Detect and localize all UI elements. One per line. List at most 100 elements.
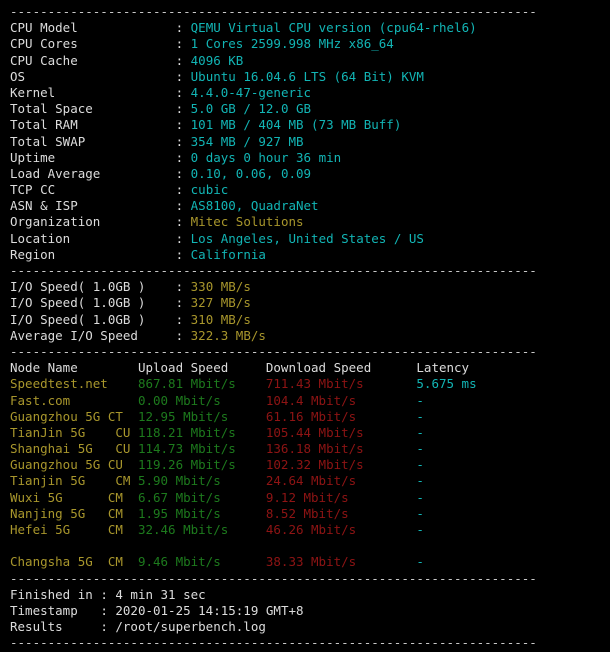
sysinfo-label: Organization: [10, 214, 176, 230]
io-speed-value: 310 MB/s: [190, 311, 251, 327]
sysinfo-row: TCP CC : cubic: [0, 182, 610, 198]
sysinfo-colon: :: [175, 133, 191, 149]
sysinfo-value: 1 Cores 2599.998 MHz x86_64: [190, 36, 394, 52]
footer-value: 2020-01-25 14:15:19 GMT+8: [115, 602, 304, 618]
sysinfo-label: Total SWAP: [10, 133, 176, 149]
speedtest-cell-latency: 5.675 ms: [416, 376, 507, 392]
speedtest-cell-latency: -: [416, 408, 507, 424]
speedtest-column-header: Upload Speed: [137, 360, 266, 376]
sysinfo-colon: :: [175, 36, 191, 52]
sysinfo-colon: :: [175, 20, 191, 36]
sysinfo-value: 0 days 0 hour 36 min: [190, 149, 342, 165]
speedtest-table: Node Name Upload Speed Download Speed La…: [0, 360, 610, 570]
speedtest-cell-upload: 9.46 Mbit/s: [137, 554, 266, 570]
sysinfo-row: ASN & ISP : AS8100, QuadraNet: [0, 198, 610, 214]
speedtest-cell-download: 102.32 Mbit/s: [265, 457, 417, 473]
speedtest-cell-upload: 119.26 Mbit/s: [137, 457, 266, 473]
speedtest-cell-node: Speedtest.net: [10, 376, 138, 392]
sysinfo-row: CPU Model : QEMU Virtual CPU version (cp…: [0, 20, 610, 36]
footer-colon: :: [100, 586, 116, 602]
sysinfo-value: California: [190, 246, 266, 262]
io-speed-label: I/O Speed( 1.0GB ): [10, 295, 176, 311]
speedtest-cell-node: Shanghai 5G CU: [10, 441, 138, 457]
separator-bottom: ----------------------------------------…: [10, 635, 537, 651]
sysinfo-row: Location : Los Angeles, United States / …: [0, 231, 610, 247]
speedtest-cell-node: Tianjin 5G CM: [10, 473, 138, 489]
footer-colon: :: [100, 619, 116, 635]
speedtest-cell-latency: -: [416, 457, 507, 473]
speedtest-column-header: Latency: [416, 360, 507, 376]
speedtest-cell-upload: 1.95 Mbit/s: [137, 505, 266, 521]
io-speed-row: I/O Speed( 1.0GB ) : 327 MB/s: [0, 295, 610, 311]
separator-top: ----------------------------------------…: [10, 4, 537, 19]
speedtest-column-header: Node Name: [10, 360, 138, 376]
speedtest-cell-latency: -: [416, 489, 507, 505]
speedtest-cell-download: 8.52 Mbit/s: [265, 505, 417, 521]
speedtest-cell-upload: 114.73 Mbit/s: [137, 441, 266, 457]
sysinfo-value: Mitec Solutions: [190, 214, 304, 230]
sysinfo-label: TCP CC: [10, 182, 176, 198]
speedtest-row: Guangzhou 5G CT 12.95 Mbit/s 61.16 Mbit/…: [0, 409, 610, 425]
sysinfo-row: Kernel : 4.4.0-47-generic: [0, 85, 610, 101]
sysinfo-colon: :: [175, 198, 191, 214]
io-speed-colon: :: [175, 279, 191, 295]
speedtest-cell-latency: -: [416, 424, 507, 440]
sysinfo-row: Uptime : 0 days 0 hour 36 min: [0, 150, 610, 166]
speedtest-cell-upload: 0.00 Mbit/s: [137, 392, 266, 408]
sysinfo-row: Total Space : 5.0 GB / 12.0 GB: [0, 101, 610, 117]
speedtest-cell-download: 104.4 Mbit/s: [265, 392, 417, 408]
speedtest-cell-download: 24.64 Mbit/s: [265, 473, 417, 489]
speedtest-cell-download: 9.12 Mbit/s: [265, 489, 417, 505]
speedtest-cell-node: Guangzhou 5G CT: [10, 408, 138, 424]
io-speed-row: I/O Speed( 1.0GB ) : 310 MB/s: [0, 312, 610, 328]
sysinfo-row: CPU Cache : 4096 KB: [0, 53, 610, 69]
speedtest-row: Changsha 5G CM 9.46 Mbit/s 38.33 Mbit/s …: [0, 554, 610, 570]
footer-block: Finished in : 4 min 31 sec Timestamp : 20…: [0, 587, 610, 636]
sysinfo-label: Total Space: [10, 101, 176, 117]
speedtest-row: Wuxi 5G CM 6.67 Mbit/s 9.12 Mbit/s -: [0, 490, 610, 506]
io-speed-block: I/O Speed( 1.0GB ) : 330 MB/s I/O Speed( …: [0, 279, 610, 344]
separator-after-speedtest: ----------------------------------------…: [10, 570, 537, 586]
sysinfo-label: Location: [10, 230, 176, 246]
speedtest-cell-latency: -: [416, 473, 507, 489]
speedtest-column-header: Download Speed: [265, 360, 417, 376]
sysinfo-row: OS : Ubuntu 16.04.6 LTS (64 Bit) KVM: [0, 69, 610, 85]
sysinfo-colon: :: [175, 52, 191, 68]
speedtest-cell-upload: 32.46 Mbit/s: [137, 522, 266, 537]
io-speed-value: 330 MB/s: [190, 279, 251, 295]
speedtest-cell-node: Nanjing 5G CM: [10, 505, 138, 521]
sysinfo-value: 5.0 GB / 12.0 GB: [190, 101, 312, 117]
sysinfo-value: Ubuntu 16.04.6 LTS (64 Bit) KVM: [190, 68, 424, 84]
speedtest-row: Shanghai 5G CU 114.73 Mbit/s 136.18 Mbit…: [0, 441, 610, 457]
speedtest-cell-latency: -: [416, 522, 507, 537]
speedtest-cell-upload: 867.81 Mbit/s: [137, 376, 266, 392]
speedtest-cell-node: TianJin 5G CU: [10, 424, 138, 440]
speedtest-cell-latency: -: [416, 554, 507, 570]
sysinfo-label: CPU Model: [10, 20, 176, 36]
speedtest-cell-download: 61.16 Mbit/s: [265, 408, 417, 424]
sysinfo-value: Los Angeles, United States / US: [190, 230, 424, 246]
io-speed-label: I/O Speed( 1.0GB ): [10, 279, 176, 295]
sysinfo-label: ASN & ISP: [10, 198, 176, 214]
sysinfo-label: Total RAM: [10, 117, 176, 133]
sysinfo-row: Region : California: [0, 247, 610, 263]
footer-row: Finished in : 4 min 31 sec: [0, 587, 610, 603]
sysinfo-label: Kernel: [10, 84, 176, 100]
speedtest-row: Fast.com 0.00 Mbit/s 104.4 Mbit/s -: [0, 393, 610, 409]
io-speed-colon: :: [175, 295, 191, 311]
speedtest-cell-download: 136.18 Mbit/s: [265, 441, 417, 457]
terminal-window: ----------------------------------------…: [0, 0, 610, 652]
sysinfo-label: OS: [10, 68, 176, 84]
sysinfo-colon: :: [175, 101, 191, 117]
io-speed-label: I/O Speed( 1.0GB ): [10, 311, 176, 327]
io-speed-colon: :: [175, 327, 191, 343]
speedtest-cell-node: Fast.com: [10, 392, 138, 408]
sysinfo-value: cubic: [190, 182, 229, 198]
sysinfo-label: Load Average: [10, 165, 176, 181]
sysinfo-row: Load Average : 0.10, 0.06, 0.09: [0, 166, 610, 182]
io-speed-value: 322.3 MB/s: [190, 327, 266, 343]
speedtest-row: Guangzhou 5G CU 119.26 Mbit/s 102.32 Mbi…: [0, 457, 610, 473]
sysinfo-row: CPU Cores : 1 Cores 2599.998 MHz x86_64: [0, 36, 610, 52]
sysinfo-value: 101 MB / 404 MB (73 MB Buff): [190, 117, 402, 133]
footer-label: Timestamp: [10, 602, 101, 618]
